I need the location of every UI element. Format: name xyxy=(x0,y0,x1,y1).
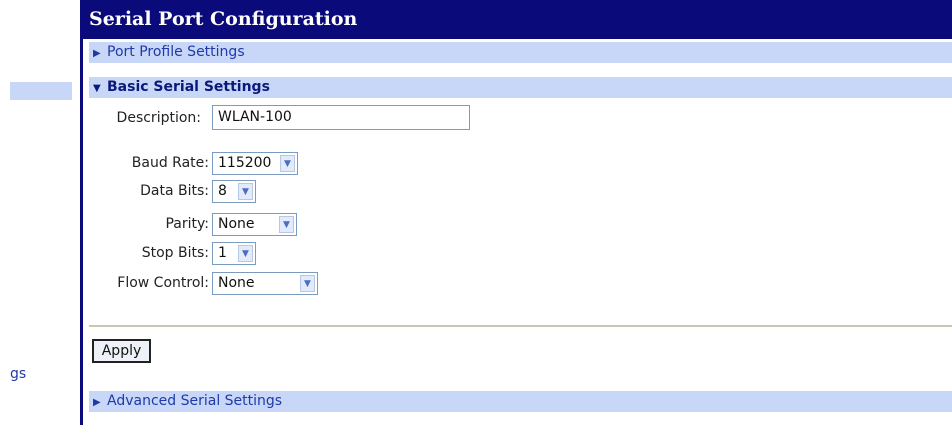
chevron-down-icon: ▼ xyxy=(238,245,253,262)
data-bits-label: Data Bits: xyxy=(140,183,209,199)
triangle-right-icon: ▶ xyxy=(93,397,101,408)
data-bits-value: 8 xyxy=(218,183,227,199)
section-port-profile[interactable]: ▶ Port Profile Settings xyxy=(89,42,952,63)
nav-selected-item[interactable] xyxy=(10,82,72,100)
parity-row: Parity: xyxy=(83,211,209,237)
stop-bits-select[interactable]: 1 ▼ xyxy=(212,242,256,265)
section-basic-serial[interactable]: ▼ Basic Serial Settings xyxy=(89,77,952,98)
section-advanced-serial-label: Advanced Serial Settings xyxy=(107,393,283,409)
nav-link-partial[interactable]: gs xyxy=(10,366,26,382)
flow-control-row: Flow Control: xyxy=(83,270,209,296)
chevron-down-icon: ▼ xyxy=(300,275,315,292)
stop-bits-value: 1 xyxy=(218,245,227,261)
stop-bits-label: Stop Bits: xyxy=(141,245,209,261)
chevron-down-icon: ▼ xyxy=(238,183,253,200)
parity-value: None xyxy=(218,216,255,232)
triangle-right-icon: ▶ xyxy=(93,48,101,59)
parity-label: Parity: xyxy=(165,216,209,232)
baud-rate-value: 115200 xyxy=(218,155,272,171)
section-basic-serial-label: Basic Serial Settings xyxy=(107,79,270,95)
description-input[interactable]: WLAN-100 xyxy=(212,105,470,130)
section-advanced-serial[interactable]: ▶ Advanced Serial Settings xyxy=(89,391,952,412)
parity-select[interactable]: None ▼ xyxy=(212,213,297,236)
stop-bits-row: Stop Bits: xyxy=(83,240,209,266)
description-label: Description: xyxy=(116,110,201,126)
data-bits-row: Data Bits: xyxy=(83,178,209,204)
form-divider xyxy=(89,325,952,327)
baud-rate-row: Baud Rate: xyxy=(83,150,209,176)
triangle-down-icon: ▼ xyxy=(93,83,101,94)
flow-control-value: None xyxy=(218,275,255,291)
chevron-down-icon: ▼ xyxy=(279,216,294,233)
flow-control-select[interactable]: None ▼ xyxy=(212,272,318,295)
flow-control-label: Flow Control: xyxy=(117,275,209,291)
page-title: Serial Port Configuration xyxy=(83,0,952,39)
baud-rate-select[interactable]: 115200 ▼ xyxy=(212,152,298,175)
description-row: Description: xyxy=(83,105,201,131)
data-bits-select[interactable]: 8 ▼ xyxy=(212,180,256,203)
apply-button[interactable]: Apply xyxy=(92,339,151,363)
chevron-down-icon: ▼ xyxy=(280,155,295,172)
section-port-profile-label: Port Profile Settings xyxy=(107,44,245,60)
baud-rate-label: Baud Rate: xyxy=(131,155,209,171)
